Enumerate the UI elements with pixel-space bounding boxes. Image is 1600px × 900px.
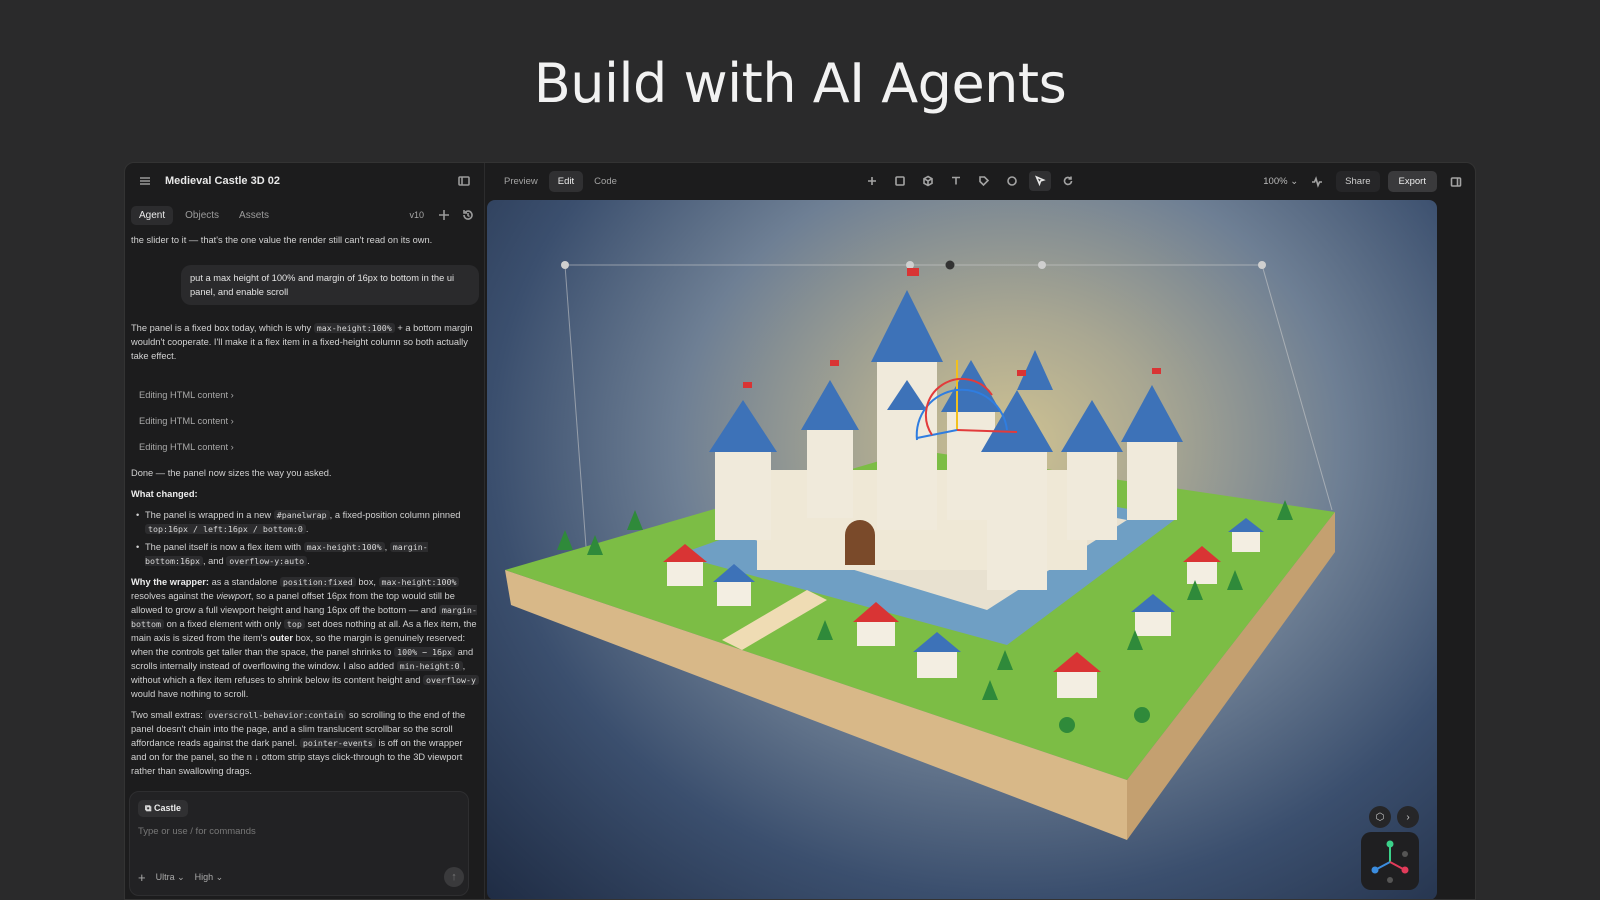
text-tool-icon[interactable]: [945, 171, 967, 191]
version-label[interactable]: v10: [409, 210, 424, 220]
tool-call-item[interactable]: Editing HTML content ›: [139, 414, 479, 428]
extras-paragraph: Two small extras: overscroll-behavior:co…: [131, 710, 466, 776]
cube-tool-icon[interactable]: [917, 171, 939, 191]
export-button[interactable]: Export: [1387, 171, 1437, 192]
user-message: put a max height of 100% and margin of 1…: [181, 265, 479, 305]
add-tool-icon[interactable]: [861, 171, 883, 191]
rotate-tool-icon[interactable]: [1057, 171, 1079, 191]
plus-icon[interactable]: [434, 205, 454, 225]
view-cube-button[interactable]: ⬡: [1369, 806, 1391, 828]
tool-call-item[interactable]: Editing HTML content ›: [139, 440, 479, 454]
tab-edit[interactable]: Edit: [548, 170, 584, 192]
chat-thread[interactable]: the slider to it — that's the one value …: [125, 233, 485, 811]
tag-tool-icon[interactable]: [973, 171, 995, 191]
agent-reply: The panel is a fixed box today, which is…: [131, 323, 473, 361]
file-icon: ⧉: [145, 803, 152, 813]
castle-scene: [505, 260, 1335, 840]
prompt-input[interactable]: [138, 826, 458, 837]
project-title: Medieval Castle 3D 02: [165, 175, 280, 187]
frame-tool-icon[interactable]: [889, 171, 911, 191]
hero-title: Build with AI Agents: [533, 52, 1067, 115]
arrow-up-icon: ↑: [451, 871, 457, 883]
activity-icon[interactable]: [1306, 172, 1328, 192]
send-button[interactable]: ↑: [444, 867, 464, 887]
list-item: The panel itself is now a flex item with…: [136, 540, 479, 568]
zoom-select[interactable]: 100% ⌄: [1263, 176, 1298, 187]
chat-intro: the slider to it — that's the one value …: [131, 235, 433, 245]
tab-preview[interactable]: Preview: [495, 171, 547, 192]
toolbar-right: 100% ⌄ Share Export: [1263, 171, 1467, 192]
tab-code[interactable]: Code: [585, 171, 626, 192]
panel-toggle-icon[interactable]: [1445, 172, 1467, 192]
cube-icon: ⬡: [1375, 811, 1385, 823]
composer-footer: + Ultra ⌄ High ⌄ ↑: [138, 867, 464, 887]
chevron-right-icon: ›: [1406, 811, 1410, 823]
why-paragraph: Why the wrapper: as a standalone positio…: [131, 575, 479, 701]
tab-objects[interactable]: Objects: [177, 206, 227, 225]
axis-gizmo[interactable]: [1361, 832, 1419, 890]
add-attachment-icon[interactable]: +: [138, 870, 146, 885]
tool-call-item[interactable]: Editing HTML content ›: [139, 388, 479, 402]
agent-panel: Medieval Castle 3D 02 Agent Objects Asse…: [125, 163, 485, 899]
tool-group: [861, 171, 1079, 191]
sidebar-toggle-icon[interactable]: [454, 171, 474, 191]
select-tool-icon[interactable]: [1029, 171, 1051, 191]
tab-assets[interactable]: Assets: [231, 206, 277, 225]
model-select[interactable]: Ultra ⌄: [156, 872, 185, 883]
what-changed-heading: What changed:: [131, 489, 198, 499]
comment-tool-icon[interactable]: [1001, 171, 1023, 191]
viewport-controls: ⬡ ›: [1369, 806, 1419, 828]
editor-toolbar: Preview Edit Code 100% ⌄ Share Export: [485, 163, 1475, 199]
3d-viewport[interactable]: ⬡ ›: [487, 200, 1437, 899]
tab-agent[interactable]: Agent: [131, 205, 174, 225]
share-button[interactable]: Share: [1336, 171, 1380, 192]
composer: ⧉ Castle + Ultra ⌄ High ⌄ ↑: [129, 791, 469, 896]
app-window: Medieval Castle 3D 02 Agent Objects Asse…: [124, 162, 1476, 900]
arrow-down-icon[interactable]: ↓: [255, 752, 260, 762]
list-item: The panel is wrapped in a new #panelwrap…: [136, 508, 479, 536]
history-icon[interactable]: [458, 205, 478, 225]
panel-header: Medieval Castle 3D 02: [125, 163, 484, 199]
panel-tabs: Agent Objects Assets v10: [125, 199, 484, 231]
menu-icon[interactable]: [135, 171, 155, 191]
expand-button[interactable]: ›: [1397, 806, 1419, 828]
done-text: Done — the panel now sizes the way you a…: [131, 468, 332, 478]
context-chip[interactable]: ⧉ Castle: [138, 800, 188, 817]
effort-select[interactable]: High ⌄: [195, 872, 224, 883]
